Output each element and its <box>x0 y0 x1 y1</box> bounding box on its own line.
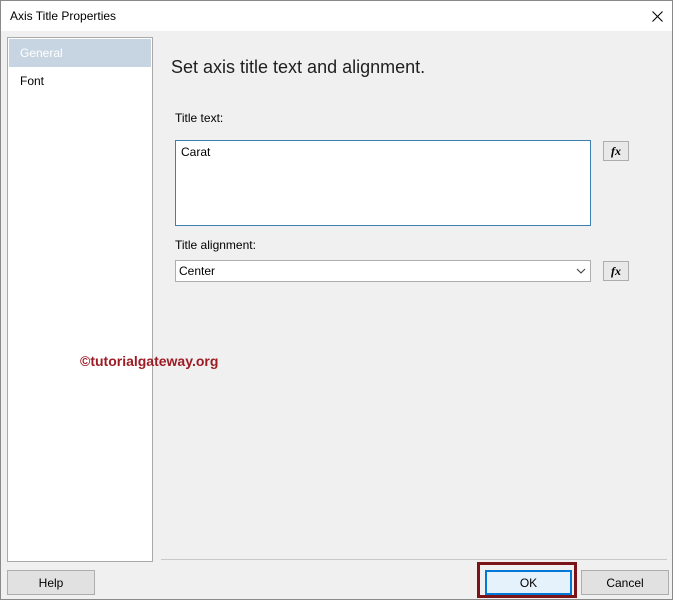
help-button-label: Help <box>38 575 64 590</box>
fx-icon: fx <box>611 143 621 158</box>
dialog-window: Axis Title Properties General Font Set a… <box>0 0 673 600</box>
title-alignment-label: Title alignment: <box>175 238 256 252</box>
title-alignment-expression-button[interactable]: fx <box>603 261 629 281</box>
nav-item-font[interactable]: Font <box>9 67 151 95</box>
title-text-label: Title text: <box>175 111 224 125</box>
close-button[interactable] <box>642 1 672 31</box>
close-icon <box>651 10 663 22</box>
title-bar: Axis Title Properties <box>1 1 672 31</box>
nav-item-label: General <box>20 46 63 60</box>
cancel-button-label: Cancel <box>606 575 644 590</box>
title-text-expression-button[interactable]: fx <box>603 141 629 161</box>
nav-item-label: Font <box>20 74 45 88</box>
ok-button[interactable]: OK <box>485 570 572 595</box>
ok-button-label: OK <box>519 575 538 590</box>
help-button[interactable]: Help <box>7 570 95 595</box>
chevron-down-icon <box>576 268 586 274</box>
title-alignment-select[interactable]: Center <box>175 260 591 282</box>
title-alignment-value: Center <box>179 264 216 278</box>
watermark-text: ©tutorialgateway.org <box>80 353 219 369</box>
footer-divider <box>161 559 667 560</box>
nav-panel: General Font <box>7 37 153 562</box>
nav-item-general[interactable]: General <box>9 39 151 67</box>
cancel-button[interactable]: Cancel <box>581 570 669 595</box>
title-text-input[interactable]: Carat <box>175 140 591 226</box>
fx-icon: fx <box>611 263 621 278</box>
window-title: Axis Title Properties <box>10 9 117 23</box>
page-heading: Set axis title text and alignment. <box>171 57 426 77</box>
